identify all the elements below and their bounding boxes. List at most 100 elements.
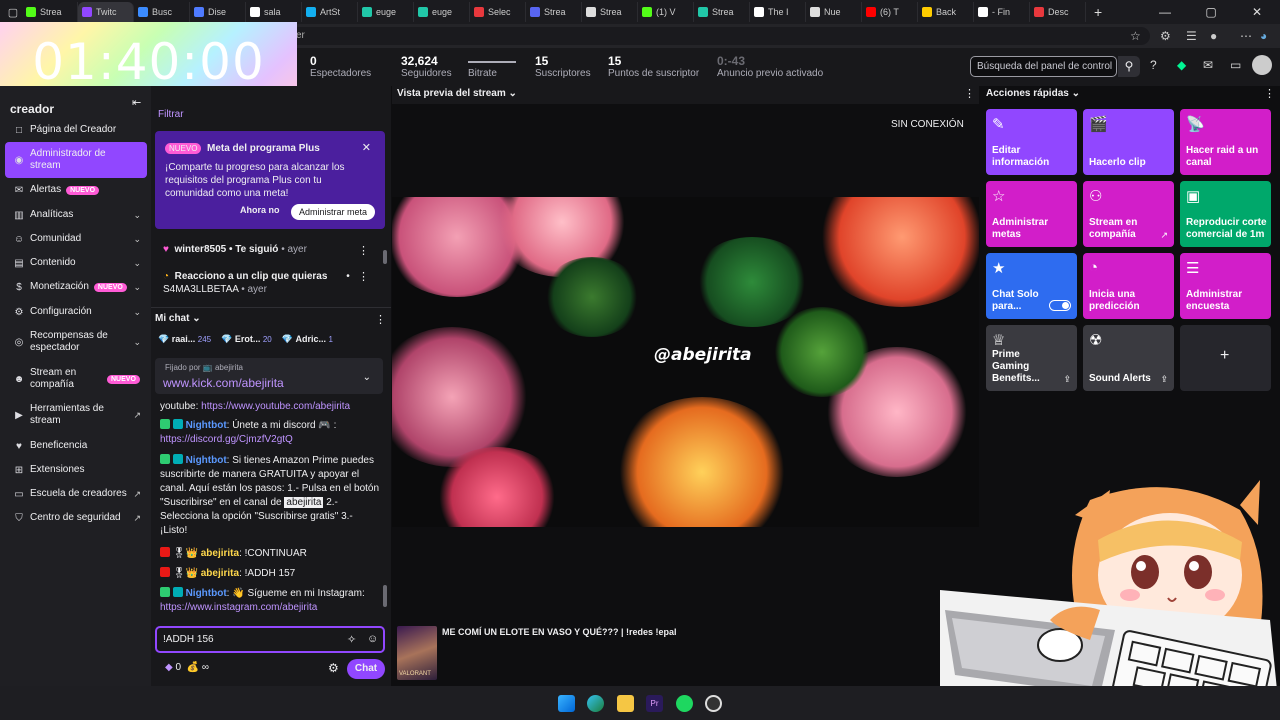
quick-action-tile[interactable]: ✎ Editar información bbox=[986, 109, 1077, 175]
emote-picker-icon[interactable]: ☺ bbox=[367, 633, 378, 645]
browser-tab[interactable]: Selec bbox=[470, 2, 526, 22]
sidebar-item[interactable]: ⛉ Centro de seguridad ↗ bbox=[5, 511, 147, 525]
sidebar-item[interactable]: ▥ Analíticas ⌄ bbox=[5, 208, 147, 222]
browser-tab[interactable]: sala bbox=[246, 2, 302, 22]
quick-action-tile[interactable]: + bbox=[1180, 325, 1271, 391]
bookmark-star-icon[interactable]: ☆ bbox=[1130, 29, 1141, 43]
quick-action-tile[interactable]: 📡 Hacer raid a un canal bbox=[1180, 109, 1271, 175]
quick-action-tile[interactable]: ☢ Sound Alerts ⇪ bbox=[1083, 325, 1174, 391]
sidebar-item[interactable]: ☺ Comunidad ⌄ bbox=[5, 232, 147, 246]
sidebar-item[interactable]: ✉ Alertas NUEVO bbox=[5, 183, 147, 197]
browser-tab[interactable]: The I bbox=[750, 2, 806, 22]
minimize-icon[interactable]: — bbox=[1142, 0, 1188, 24]
chat-header[interactable]: Mi chat ⌄ bbox=[155, 313, 201, 324]
dashboard-search-input[interactable]: Búsqueda del panel de control bbox=[970, 56, 1117, 77]
close-icon[interactable]: ✕ bbox=[362, 141, 371, 154]
chat-send-button[interactable]: Chat bbox=[347, 659, 385, 679]
sidebar-item[interactable]: □ Página del Creador bbox=[5, 123, 147, 137]
quick-actions-header[interactable]: Acciones rápidas ⌄ bbox=[986, 88, 1080, 99]
pin-icon[interactable]: ⇪ bbox=[1063, 374, 1071, 385]
browser-tab[interactable]: (1) V bbox=[638, 2, 694, 22]
browser-tab[interactable]: Nue bbox=[806, 2, 862, 22]
sidebar-item[interactable]: ▭ Escuela de creadores ↗ bbox=[5, 487, 147, 501]
chat-input[interactable]: !ADDH 156 ✧ ☺ bbox=[155, 626, 385, 653]
quick-action-tile[interactable]: ♕ Prime Gaming Benefits... ⇪ bbox=[986, 325, 1077, 391]
chat-settings-icon[interactable]: ⚙ bbox=[328, 661, 339, 675]
maximize-icon[interactable]: ▢ bbox=[1188, 0, 1234, 24]
obs-icon[interactable] bbox=[705, 695, 722, 712]
sidebar-item[interactable]: ▶ Herramientas de stream ↗ bbox=[5, 402, 147, 428]
quick-action-tile[interactable]: 🎬 Hacerlo clip bbox=[1083, 109, 1174, 175]
sidebar-item[interactable]: ◉ Administrador de stream bbox=[5, 142, 147, 178]
browser-tab[interactable]: Strea bbox=[526, 2, 582, 22]
manage-goal-button[interactable]: Administrar meta bbox=[291, 204, 375, 220]
menu-dots-icon[interactable]: ⋯ bbox=[1240, 29, 1252, 43]
chat-scrollbar[interactable] bbox=[383, 585, 387, 607]
pinned-message[interactable]: Fijado por 📺 abejirita www.kick.com/abej… bbox=[155, 358, 383, 394]
top-chatter[interactable]: 💎 Erot... 20 bbox=[221, 334, 272, 345]
preview-menu-icon[interactable]: ⋮ bbox=[964, 87, 975, 100]
sidebar-item[interactable]: ♥ Beneficencia bbox=[5, 439, 147, 453]
pin-icon[interactable]: ⇪ bbox=[1160, 374, 1168, 385]
browser-tab[interactable]: Strea bbox=[22, 2, 78, 22]
sidebar-item[interactable]: ◎ Recompensas de espectador ⌄ bbox=[5, 329, 147, 355]
quick-action-tile[interactable]: ★ Chat Solo para... bbox=[986, 253, 1077, 319]
sidebar-item[interactable]: ⚙ Configuración ⌄ bbox=[5, 305, 147, 319]
edge-browser-icon[interactable] bbox=[587, 695, 604, 712]
quick-actions-menu-icon[interactable]: ⋮ bbox=[1264, 87, 1275, 100]
new-tab-button[interactable]: + bbox=[1094, 4, 1102, 20]
sidebar-item[interactable]: ☻ Stream en compañía NUEVO bbox=[5, 366, 147, 392]
quick-action-tile[interactable]: ⚇ Stream en compañía ↗ bbox=[1083, 181, 1174, 247]
help-icon[interactable]: ? bbox=[1150, 58, 1157, 72]
sidebar-item[interactable]: ⊞ Extensiones bbox=[5, 463, 147, 477]
toggle-switch[interactable] bbox=[1049, 300, 1071, 311]
browser-tab[interactable]: Desc bbox=[1030, 2, 1086, 22]
sidebar-item[interactable]: $ Monetización NUEVO ⌄ bbox=[5, 280, 147, 294]
profile-icon[interactable]: ● bbox=[1210, 29, 1217, 43]
browser-tab[interactable]: euge bbox=[358, 2, 414, 22]
copilot-icon[interactable]: ◕ bbox=[1260, 29, 1267, 43]
activity-item-clip[interactable]: ◔ Reacciono a un clip que quieras • S4MA… bbox=[163, 270, 353, 296]
filter-link[interactable]: Filtrar bbox=[158, 109, 184, 120]
quick-action-tile[interactable]: ◔ Inicia una predicción bbox=[1083, 253, 1174, 319]
activity-scrollbar[interactable] bbox=[383, 250, 387, 264]
file-explorer-icon[interactable] bbox=[617, 695, 634, 712]
bits-cheer-icon[interactable]: ✧ bbox=[347, 633, 356, 646]
quick-action-tile[interactable]: ▣ Reproducir corte comercial de 1m bbox=[1180, 181, 1271, 247]
stream-title[interactable]: ME COMÍ UN ELOTE EN VASO Y QUÉ??? | !red… bbox=[442, 627, 677, 637]
browser-tab[interactable]: Strea bbox=[582, 2, 638, 22]
game-box-art[interactable]: VALORANT bbox=[397, 626, 437, 680]
preview-title[interactable]: Vista previa del stream ⌄ bbox=[397, 88, 517, 99]
quick-action-tile[interactable]: ☰ Administrar encuesta bbox=[1180, 253, 1271, 319]
top-chatter[interactable]: 💎 Adric... 1 bbox=[282, 334, 333, 345]
chat-menu-icon[interactable]: ⋮ bbox=[375, 313, 386, 326]
browser-tab[interactable]: ArtSt bbox=[302, 2, 358, 22]
collapse-sidebar-icon[interactable]: ⇤ bbox=[132, 96, 141, 109]
extensions-icon[interactable]: ⚙ bbox=[1160, 29, 1171, 43]
browser-tab[interactable]: Busc bbox=[134, 2, 190, 22]
quick-action-tile[interactable]: ☆ Administrar metas bbox=[986, 181, 1077, 247]
browser-tab[interactable]: - Fin bbox=[974, 2, 1030, 22]
favorites-icon[interactable]: ☰ bbox=[1186, 29, 1197, 43]
browser-tab[interactable]: Strea bbox=[694, 2, 750, 22]
chevron-down-icon[interactable]: ⌄ bbox=[363, 372, 371, 383]
search-icon[interactable]: ⚲ bbox=[1118, 56, 1140, 77]
activity-more-icon[interactable]: ⋮ bbox=[358, 244, 369, 257]
inbox-icon[interactable]: ✉ bbox=[1203, 58, 1213, 72]
activity-item-follow[interactable]: ♥ winter8505 • Te siguió • ayer bbox=[163, 244, 307, 255]
url-field[interactable]: er bbox=[290, 27, 1150, 45]
bits-icon[interactable]: ◆ bbox=[1177, 58, 1186, 72]
windows-start-icon[interactable] bbox=[558, 695, 575, 712]
premiere-icon[interactable]: Pr bbox=[646, 695, 663, 712]
browser-tab[interactable]: euge bbox=[414, 2, 470, 22]
browser-tab[interactable]: Dise bbox=[190, 2, 246, 22]
browser-tab[interactable]: Twitc bbox=[78, 2, 134, 22]
browser-menu-icon[interactable]: ▢ bbox=[4, 6, 22, 19]
channel-points[interactable]: ◆ 0 💰 ∞ bbox=[165, 662, 209, 673]
not-now-button[interactable]: Ahora no bbox=[240, 205, 280, 215]
whispers-icon[interactable]: ▭ bbox=[1230, 58, 1241, 72]
close-icon[interactable]: ✕ bbox=[1234, 0, 1280, 24]
user-avatar[interactable] bbox=[1252, 55, 1272, 75]
top-chatter[interactable]: 💎 raai... 245 bbox=[158, 334, 211, 345]
activity-more-icon[interactable]: ⋮ bbox=[358, 270, 369, 283]
